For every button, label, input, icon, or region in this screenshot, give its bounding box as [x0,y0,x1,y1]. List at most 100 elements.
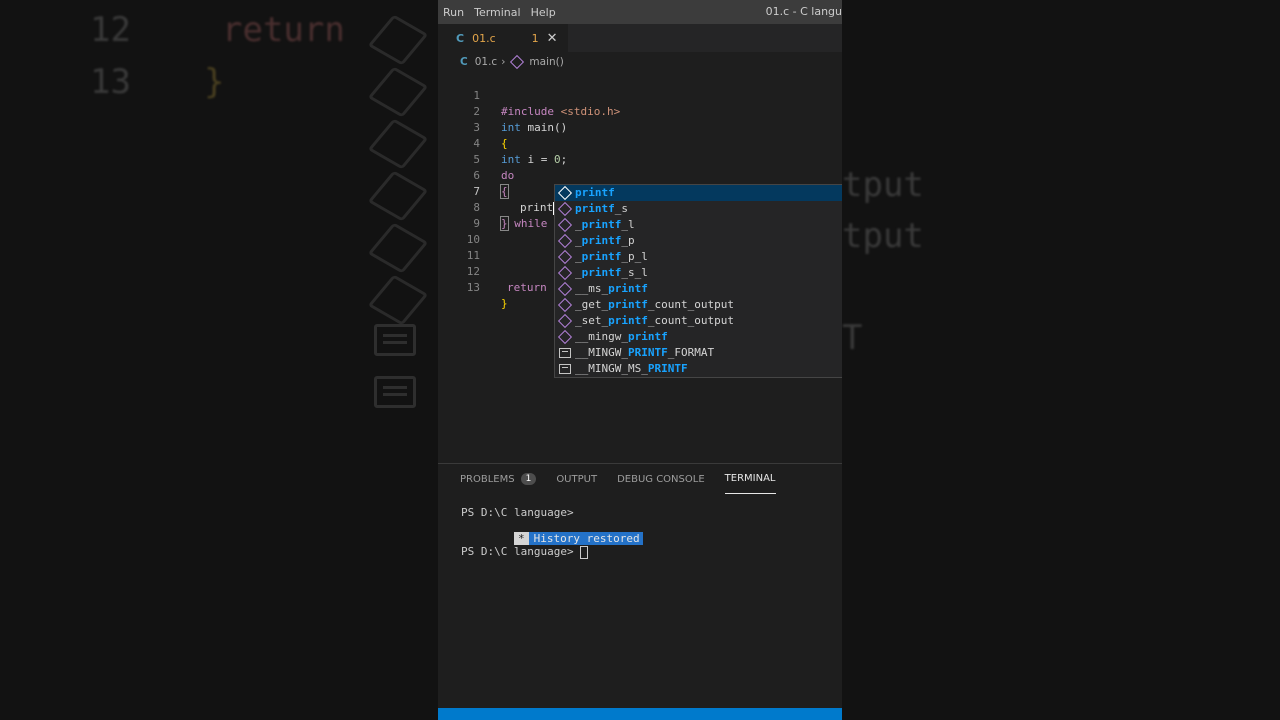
suggestion-item[interactable]: printf [555,185,842,201]
bg-cube-icon [367,274,429,326]
suggestion-prefix: _ [575,218,582,231]
menu-run[interactable]: Run [438,6,469,19]
function-symbol-icon [510,54,525,70]
terminal-cursor [580,545,589,559]
terminal-prompt: PS D:\C language> [461,545,581,558]
tab-label: PROBLEMS [460,473,515,485]
suggestion-prefix: _ [575,266,582,279]
history-restored-badge: * History restored [513,532,643,545]
breadcrumb-separator: › [501,56,506,68]
suggestion-match: printf [608,314,648,327]
suggestion-match: PRINTF [627,346,668,359]
code-line: 6 { [438,152,842,199]
suggestion-suffix: _s_l [621,266,648,279]
terminal-line: PS D:\C language> [461,545,842,559]
suggestion-item[interactable]: _printf_s_l [555,265,842,281]
tab-problems[interactable]: PROBLEMS 1 [460,464,537,494]
suggestion-prefix: __MINGW_MS_ [575,362,648,375]
code-token: return [507,281,547,294]
suggestion-suffix: _s [614,202,628,215]
cube-icon [557,185,573,201]
suggestion-match: printf [575,202,615,215]
suggestion-item[interactable]: _printf_l [555,217,842,233]
cube-icon [557,217,573,233]
suggestion-item[interactable]: _set_printf_count_output [555,313,842,329]
bg-code-text: } [204,62,225,102]
tab-label: DEBUG CONSOLE [617,473,705,485]
close-icon[interactable]: ✕ [547,31,558,46]
suggestion-item[interactable]: __MINGW_MS_PRINTF [555,361,842,377]
suggestion-suffix: _count_output [647,298,734,311]
suggestion-prefix: __mingw_ [575,330,628,343]
cube-icon [557,265,573,281]
terminal[interactable]: PS D:\C language> * History restored PS D… [438,506,842,559]
suggestion-match: printf [581,250,622,263]
suggestion-item[interactable]: printf_s [555,201,842,217]
bg-cube-icon [367,14,429,66]
menu-help[interactable]: Help [526,6,561,19]
suggestion-prefix: __MINGW_ [575,346,628,359]
bg-code-text: tput [842,165,924,205]
cube-icon [557,313,573,329]
background-right: tput tput T [842,0,1280,720]
suggestion-match: printf [581,234,622,247]
suggestion-item[interactable]: __MINGW_PRINTF_FORMAT [555,345,842,361]
bg-cube-icon [367,170,429,222]
tab-filename: 01.c [472,32,496,45]
bg-line-number: 12 [90,10,131,50]
suggestion-item[interactable]: __mingw_printf [555,329,842,345]
suggestion-match: printf [627,330,668,343]
bg-code-text: T [842,318,863,358]
suggestion-prefix: __ms_ [575,282,609,295]
line-number: 13 [466,281,480,294]
editor-tab-bar: C 01.c 1 ✕ [438,24,842,52]
code-line: 2 int main() [438,88,842,134]
suggestion-suffix: _p [621,234,635,247]
suggestion-prefix: _set_ [575,314,609,327]
suggestion-suffix: _FORMAT [667,346,715,359]
list-icon [559,348,571,358]
breadcrumb-symbol[interactable]: main() [529,56,563,68]
tab-01-c[interactable]: C 01.c 1 ✕ [438,24,568,52]
bg-cube-icon [367,66,429,118]
suggestion-prefix: _ [575,234,582,247]
suggestion-suffix: _l [621,218,635,231]
suggestion-prefix: _get_ [575,298,609,311]
suggest-widget: printf printf_s _printf_l _printf_p _pri… [554,184,842,378]
panel-tabs: PROBLEMS 1 OUTPUT DEBUG CONSOLE TERMINAL [438,464,842,494]
suggestion-match: printf [581,218,622,231]
tab-debug-console[interactable]: DEBUG CONSOLE [617,464,705,494]
tab-terminal[interactable]: TERMINAL [724,464,776,494]
cube-icon [557,281,573,297]
bg-cube-icon [367,118,429,170]
menu-bar: Run Terminal Help 01.c - C langu [438,0,842,24]
tab-label: TERMINAL [724,473,776,484]
cube-icon [557,201,573,217]
suggestion-item[interactable]: _printf_p [555,233,842,249]
suggestion-item[interactable]: __ms_printf [555,281,842,297]
c-language-icon: C [460,56,468,68]
background-left: 12 return 13 } [0,0,438,720]
suggestion-match: printf [581,266,622,279]
suggestion-item[interactable]: _get_printf_count_output [555,297,842,313]
vscode-window: Run Terminal Help 01.c - C langu C 01.c … [438,0,842,720]
tab-output[interactable]: OUTPUT [556,464,597,494]
restored-text: History restored [533,532,640,545]
suggestion-match: printf [608,282,648,295]
code-token: } [501,297,508,310]
suggestion-suffix: _p_l [621,250,648,263]
suggestion-item[interactable]: _printf_p_l [555,249,842,265]
bg-line-number: 13 [90,62,131,102]
code-line: 3 { [438,104,842,150]
bg-code-text: tput [842,216,924,256]
restored-star: * [513,532,529,545]
menu-terminal[interactable]: Terminal [469,6,526,19]
code-line: 4 int i = 0; [438,120,842,166]
bg-code-text: return [222,10,345,50]
suggestion-suffix: _count_output [647,314,734,327]
bottom-panel: PROBLEMS 1 OUTPUT DEBUG CONSOLE TERMINAL… [438,463,842,709]
breadcrumb-file[interactable]: 01.c [475,56,497,68]
bg-list-icon [374,376,416,408]
suggestion-match: printf [608,298,648,311]
cube-icon [557,329,573,345]
